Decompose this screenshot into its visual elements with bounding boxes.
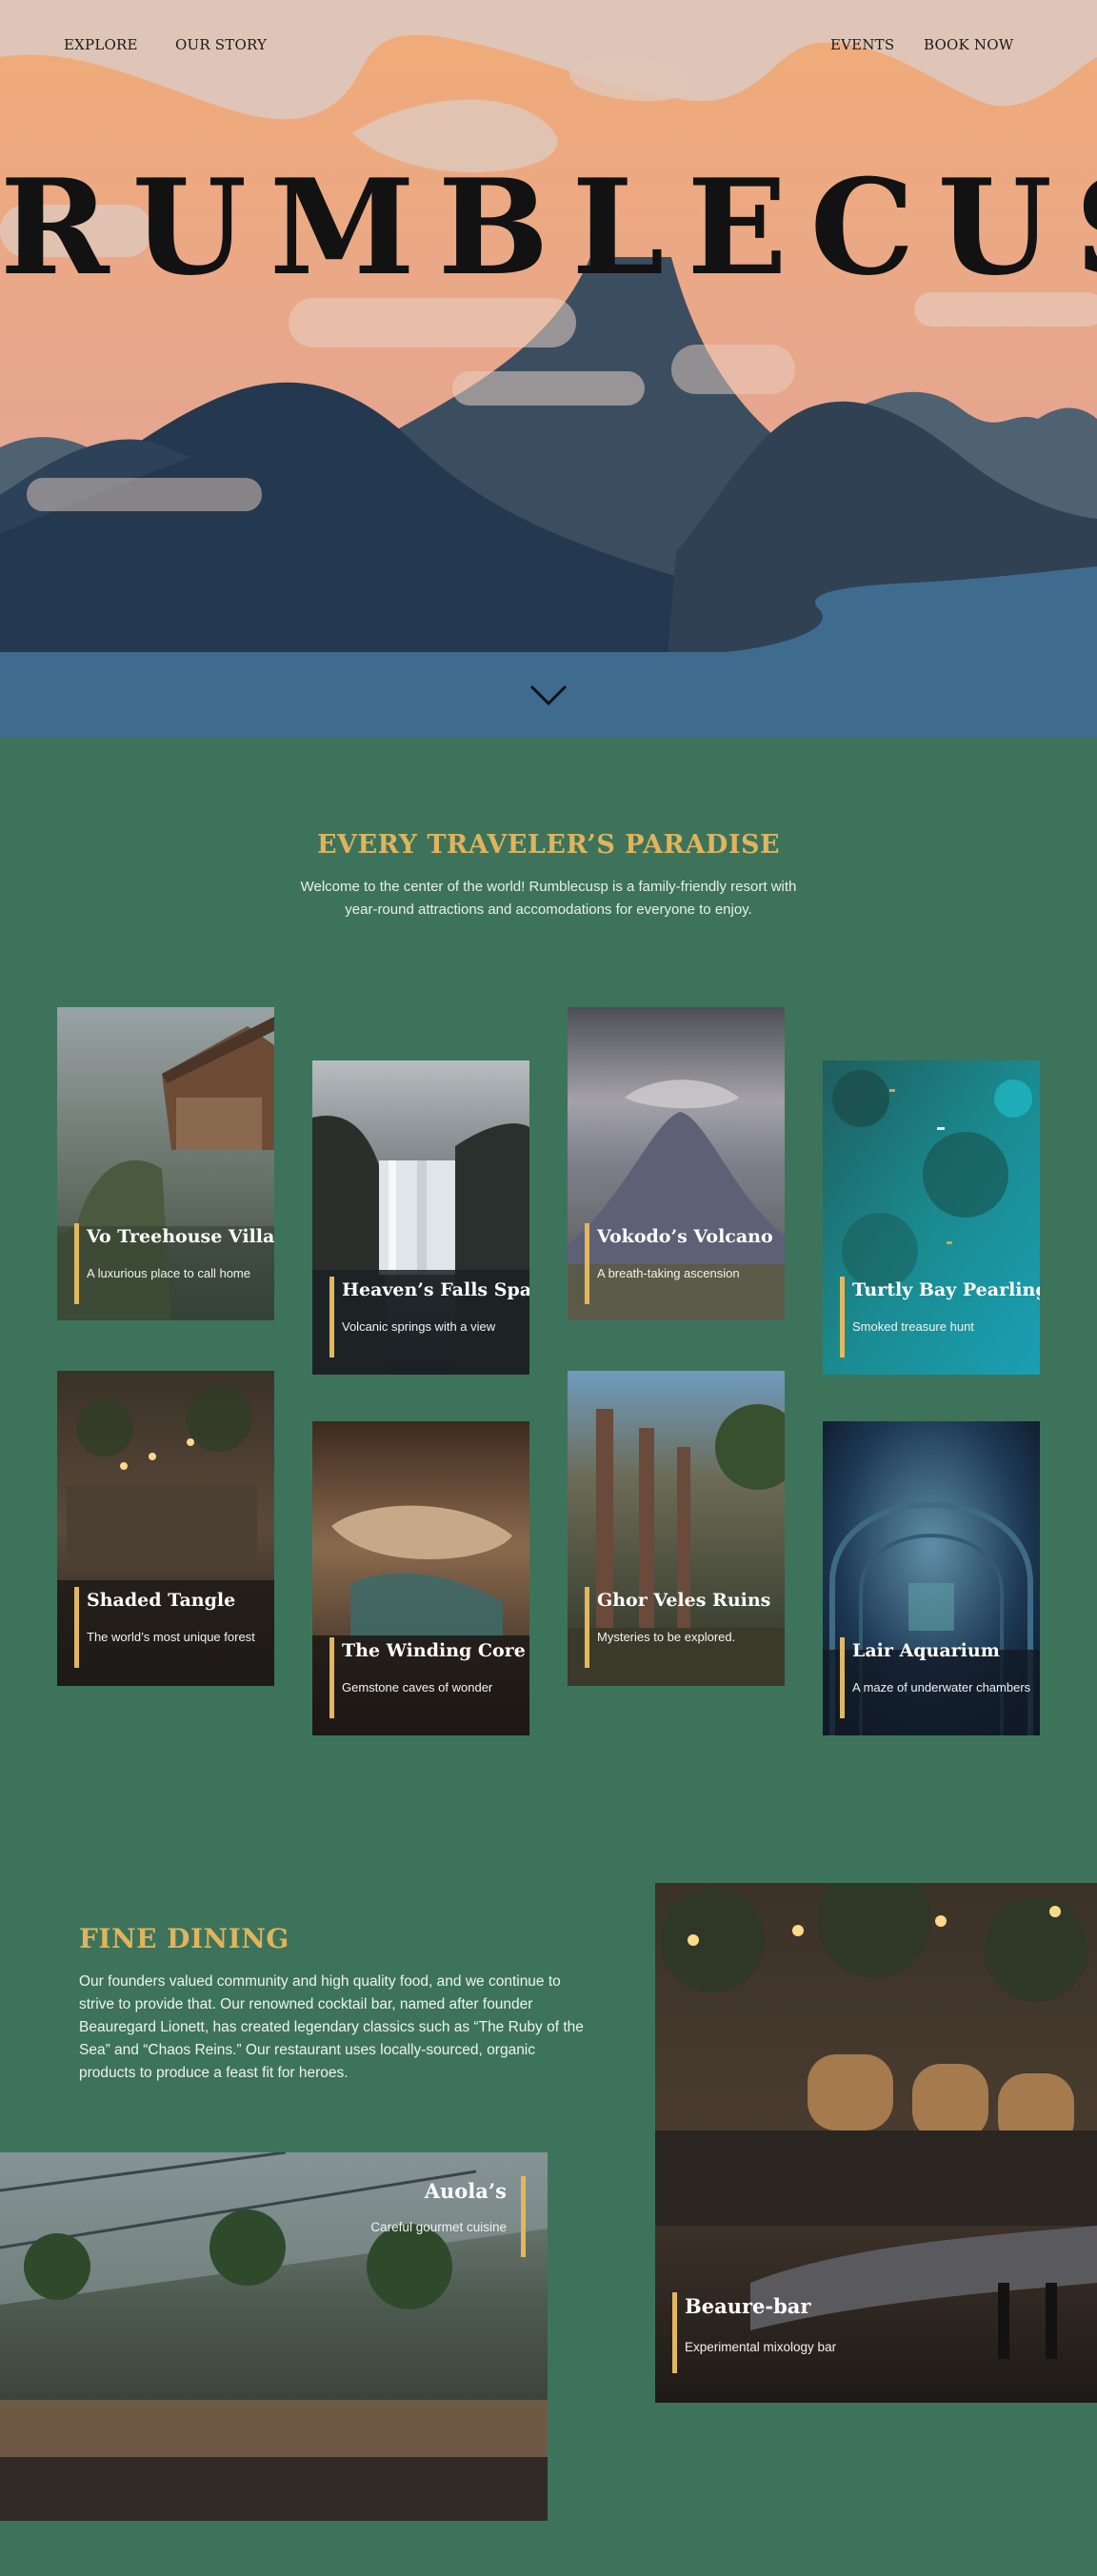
venue-card-beaure-bar[interactable]: Beaure-bar Experimental mixology bar [655,1883,1097,2403]
card-subtitle: A maze of underwater chambers [852,1680,1031,1694]
intro-paragraph: Welcome to the center of the world! Rumb… [300,879,797,918]
card-subtitle: The world’s most unique forest [87,1630,255,1644]
card-subtitle: A luxurious place to call home [87,1266,250,1280]
attraction-card-winding-core[interactable]: The Winding Core Gemstone caves of wonde… [312,1421,529,1735]
venue-subtitle: Careful gourmet cuisine [370,2220,507,2234]
venue-title: Beaure-bar [685,2294,811,2318]
card-title: Shaded Tangle [87,1590,236,1611]
card-subtitle: Gemstone caves of wonder [342,1680,493,1694]
nav-link-explore[interactable]: EXPLORE [64,36,138,53]
dining-paragraph: Our founders valued community and high q… [79,1973,584,2081]
nav-link-our-story[interactable]: OUR STORY [175,36,267,53]
scroll-down-button[interactable] [529,681,568,709]
venue-subtitle: Experimental mixology bar [685,2340,837,2354]
attraction-card-treehouse[interactable]: Vo Treehouse Villas A luxurious place to… [57,1007,274,1320]
card-subtitle: A breath-taking ascension [597,1266,740,1280]
hero-banner: EXPLORE OUR STORY EVENTS BOOK NOW RUMBLE… [0,0,1097,738]
card-subtitle: Mysteries to be explored. [597,1630,736,1644]
restaurant-interior-photo [0,2152,548,2521]
volcano-landscape-illustration [0,0,1097,738]
attraction-card-volcano[interactable]: Vokodo’s Volcano A breath-taking ascensi… [568,1007,785,1320]
attraction-card-aquarium[interactable]: Lair Aquarium A maze of underwater chamb… [823,1421,1040,1735]
attraction-card-spa[interactable]: Heaven’s Falls Spa Volcanic springs with… [312,1060,529,1375]
card-title: Vokodo’s Volcano [597,1226,773,1247]
nav-link-book-now[interactable]: BOOK NOW [924,36,1013,53]
brand-title: RUMBLECUSP [0,149,1097,305]
attraction-card-shaded-tangle[interactable]: Shaded Tangle The world’s most unique fo… [57,1371,274,1686]
card-title: Turtly Bay Pearling [852,1279,1040,1300]
attraction-card-ruins[interactable]: Ghor Veles Ruins Mysteries to be explore… [568,1371,785,1686]
card-title: Heaven’s Falls Spa [342,1279,529,1300]
venue-title: Auola’s [424,2179,507,2203]
bar-interior-photo [655,1883,1097,2403]
card-title: Lair Aquarium [852,1640,1000,1661]
card-title: The Winding Core [342,1640,526,1661]
chevron-down-icon [529,684,568,706]
nav-link-events[interactable]: EVENTS [830,36,894,53]
card-title: Ghor Veles Ruins [597,1590,771,1611]
card-subtitle: Volcanic springs with a view [342,1319,496,1334]
section-title-paradise: EVERY TRAVELER’S PARADISE [316,830,781,860]
card-subtitle: Smoked treasure hunt [852,1319,974,1334]
venue-card-auolas[interactable]: Auola’s Careful gourmet cuisine [0,2152,548,2521]
attraction-card-pearling[interactable]: Turtly Bay Pearling Smoked treasure hunt [823,1060,1040,1375]
card-title: Vo Treehouse Villas [87,1226,274,1247]
main-navigation: EXPLORE OUR STORY EVENTS BOOK NOW [0,36,1097,59]
section-title-dining: FINE DINING [79,1923,289,1954]
